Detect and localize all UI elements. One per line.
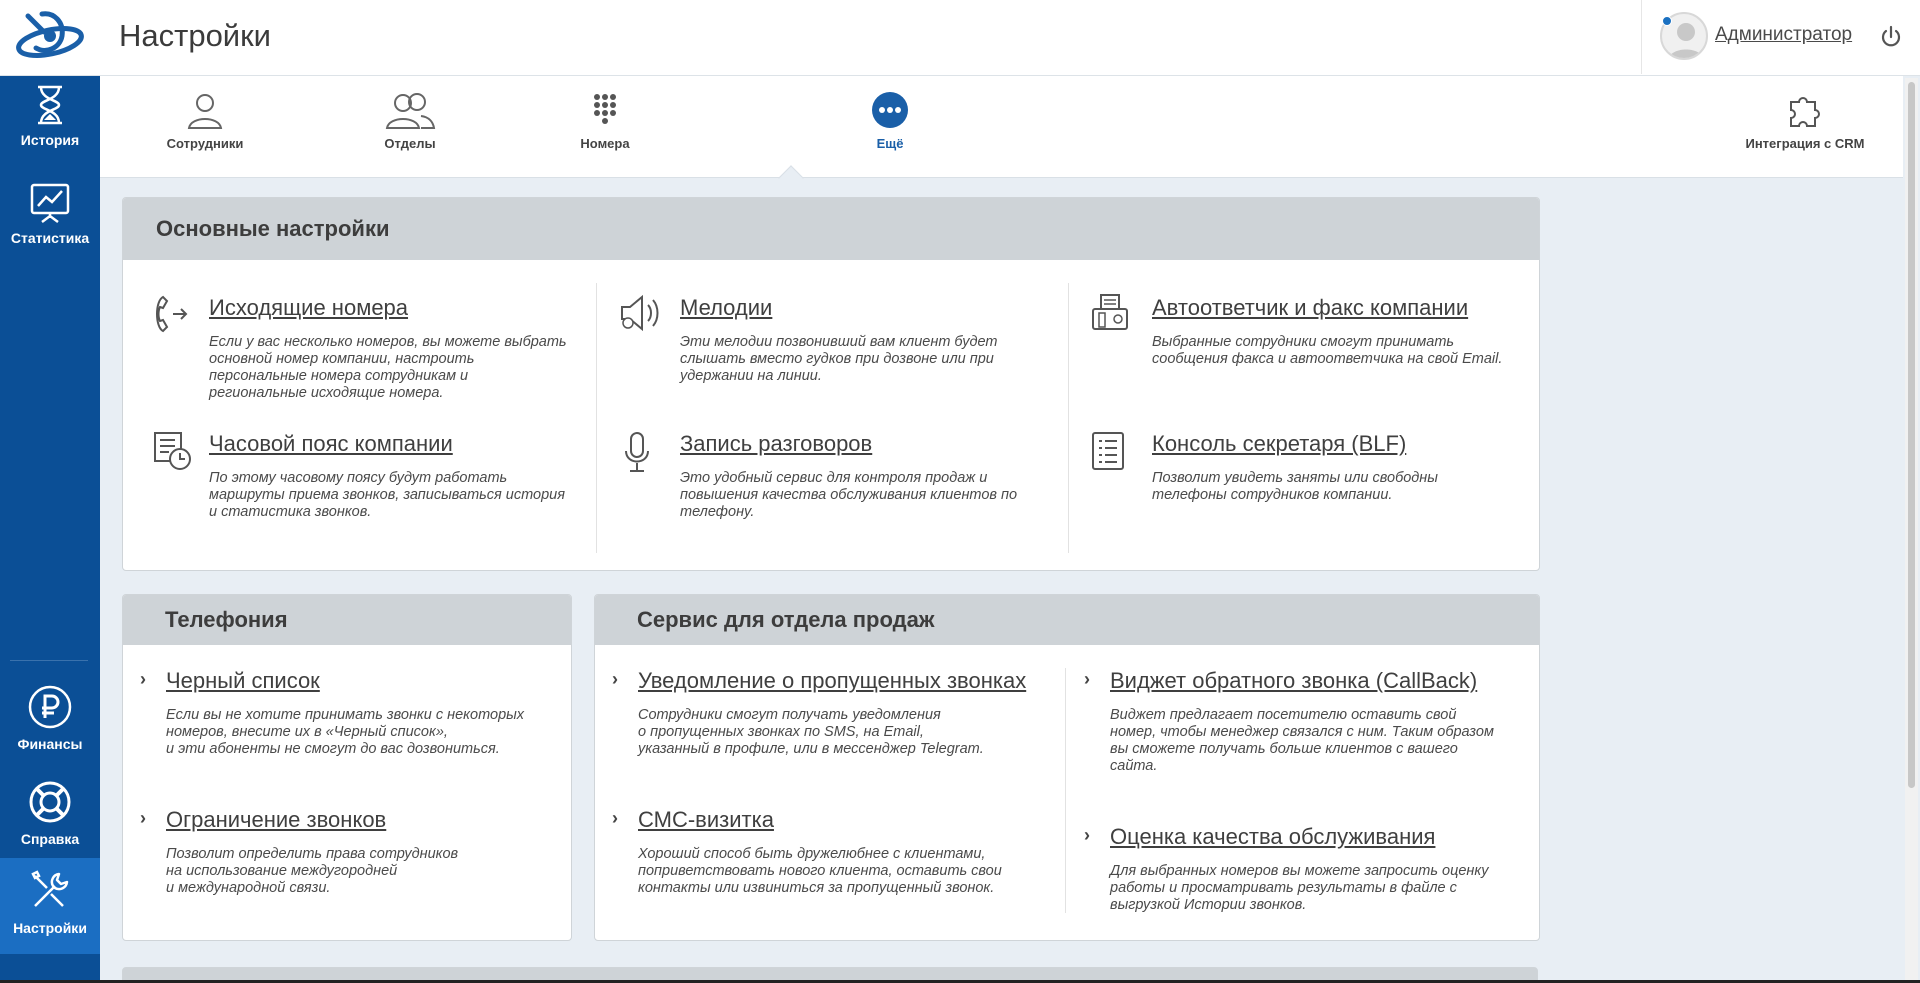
item-description: Хороший способ быть дружелюбнее с клиент… <box>638 846 1002 896</box>
tab-label: Сотрудники <box>166 136 244 151</box>
sidebar-item-label: Настройки <box>13 920 87 936</box>
logo-icon[interactable] <box>14 8 86 66</box>
sidebar-item-label: Справка <box>20 831 80 847</box>
tab-label: Отделы <box>384 136 436 151</box>
item-title-link[interactable]: Уведомление о пропущенных звонках <box>638 668 1058 694</box>
item-title-link[interactable]: Консоль секретаря (BLF) <box>1152 431 1532 457</box>
settings-item-timezone[interactable]: Часовой пояс компании По этому часовому … <box>209 431 589 521</box>
sidebar-divider <box>10 660 88 661</box>
settings-item-callback-widget[interactable]: Виджет обратного звонка (CallBack) Видже… <box>1110 668 1535 775</box>
user-menu[interactable]: Администратор <box>1641 0 1861 74</box>
item-description: Позволит увидеть заняты или свободны тел… <box>1152 470 1438 503</box>
column-divider <box>1068 283 1069 553</box>
telephony-panel: Телефония › Черный список Если вы не хот… <box>122 594 572 941</box>
panel-title: Телефония <box>123 595 571 645</box>
ruble-icon <box>28 685 72 729</box>
column-divider <box>1065 668 1066 913</box>
chevron-right-icon: › <box>140 669 146 689</box>
page-title: Настройки <box>119 18 272 53</box>
settings-item-call-recording[interactable]: Запись разговоров Это удобный сервис для… <box>680 431 1060 521</box>
item-title-link[interactable]: Автоответчик и факс компании <box>1152 295 1532 321</box>
timezone-icon <box>154 432 191 470</box>
lifebuoy-icon <box>29 781 71 823</box>
panel-title: Основные настройки <box>123 198 1539 260</box>
tab-more[interactable]: Ещё <box>840 90 940 151</box>
puzzle-icon <box>1790 97 1820 127</box>
settings-item-outgoing-numbers[interactable]: Исходящие номера Если у вас несколько но… <box>209 295 589 402</box>
item-description: Позволит определить права сотрудников на… <box>166 846 459 896</box>
tab-label: Номера <box>580 136 630 151</box>
settings-item-missed-call-notifications[interactable]: Уведомление о пропущенных звонках Сотруд… <box>638 668 1058 758</box>
person-icon <box>187 94 223 129</box>
item-title-link[interactable]: Виджет обратного звонка (CallBack) <box>1110 668 1535 694</box>
sidebar: История Статистика Финансы Справка Настр… <box>0 76 100 983</box>
more-icon <box>872 92 908 128</box>
microphone-icon <box>625 432 649 472</box>
item-description: Если вы не хотите принимать звонки с нек… <box>166 707 525 757</box>
tab-label: Ещё <box>876 136 904 151</box>
sidebar-item-help[interactable]: Справка <box>0 779 100 869</box>
hourglass-icon <box>38 85 62 125</box>
column-divider <box>596 283 597 553</box>
settings-item-service-quality[interactable]: Оценка качества обслуживания Для выбранн… <box>1110 824 1535 914</box>
chevron-right-icon: › <box>140 808 146 828</box>
chevron-right-icon: › <box>1084 825 1090 845</box>
settings-tabs: Сотрудники Отделы Номера Ещё Интеграция … <box>100 76 1903 178</box>
tab-label: Интеграция с CRM <box>1745 136 1865 151</box>
outgoing-call-icon <box>156 295 188 333</box>
item-title-link[interactable]: Запись разговоров <box>680 431 1060 457</box>
people-icon <box>385 93 436 129</box>
user-name-link[interactable]: Администратор <box>1715 24 1852 46</box>
item-title-link[interactable]: Оценка качества обслуживания <box>1110 824 1535 850</box>
sidebar-item-label: Статистика <box>10 230 90 246</box>
item-description: По этому часовому поясу будут работать м… <box>209 470 565 520</box>
sidebar-item-history[interactable]: История <box>0 84 100 174</box>
tab-departments[interactable]: Отделы <box>360 90 460 151</box>
item-title-link[interactable]: Часовой пояс компании <box>209 431 589 457</box>
top-bar: Настройки Администратор <box>0 0 1920 76</box>
chevron-right-icon: › <box>612 669 618 689</box>
status-indicator <box>1662 16 1672 26</box>
sidebar-item-settings[interactable]: Настройки <box>0 858 100 954</box>
speaker-icon <box>621 294 659 332</box>
item-description: Если у вас несколько номеров, вы можете … <box>209 334 567 401</box>
tab-crm-integration[interactable]: Интеграция с CRM <box>1740 90 1870 151</box>
settings-item-sms-card[interactable]: СМС-визитка Хороший способ быть дружелюб… <box>638 807 1058 897</box>
item-description: Эти мелодии позвонивший вам клиент будет… <box>680 334 998 384</box>
main-settings-panel: Основные настройки Исходящие номера Если… <box>122 197 1540 571</box>
console-icon <box>1092 432 1124 470</box>
scrollbar-thumb[interactable] <box>1908 82 1915 788</box>
scrollbar[interactable] <box>1905 78 1918 983</box>
keypad-icon <box>594 94 616 124</box>
sidebar-item-finance[interactable]: Финансы <box>0 684 100 774</box>
fax-icon <box>1092 294 1128 330</box>
tab-numbers[interactable]: Номера <box>555 90 655 151</box>
settings-item-autoresponder-fax[interactable]: Автоответчик и факс компании Выбранные с… <box>1152 295 1532 368</box>
settings-item-call-restrictions[interactable]: Ограничение звонков Позволит определить … <box>166 807 566 897</box>
settings-item-blf-console[interactable]: Консоль секретаря (BLF) Позволит увидеть… <box>1152 431 1532 504</box>
tools-icon <box>31 870 69 907</box>
settings-item-melodies[interactable]: Мелодии Эти мелодии позвонивший вам клие… <box>680 295 1060 385</box>
panel-title: Сервис для отдела продаж <box>595 595 1539 645</box>
tab-employees[interactable]: Сотрудники <box>155 90 255 151</box>
chevron-right-icon: › <box>612 808 618 828</box>
item-title-link[interactable]: Исходящие номера <box>209 295 589 321</box>
item-title-link[interactable]: Черный список <box>166 668 566 694</box>
item-description: Это удобный сервис для контроля продаж и… <box>680 470 1018 520</box>
sidebar-item-label: Финансы <box>17 736 83 752</box>
sidebar-item-statistics[interactable]: Статистика <box>0 182 100 272</box>
sidebar-item-label: История <box>20 132 80 148</box>
item-description: Выбранные сотрудники смогут принимать со… <box>1152 334 1503 367</box>
power-icon[interactable] <box>1878 24 1904 50</box>
settings-item-blacklist[interactable]: Черный список Если вы не хотите принимат… <box>166 668 566 758</box>
chart-icon <box>30 183 70 223</box>
item-description: Для выбранных номеров вы можете запросит… <box>1110 863 1489 913</box>
chevron-right-icon: › <box>1084 669 1090 689</box>
item-title-link[interactable]: СМС-визитка <box>638 807 1058 833</box>
item-description: Сотрудники смогут получать уведомления о… <box>638 707 984 757</box>
item-description: Виджет предлагает посетителю оставить св… <box>1110 707 1494 774</box>
item-title-link[interactable]: Мелодии <box>680 295 1060 321</box>
sales-service-panel: Сервис для отдела продаж › Уведомление о… <box>594 594 1540 941</box>
item-title-link[interactable]: Ограничение звонков <box>166 807 566 833</box>
